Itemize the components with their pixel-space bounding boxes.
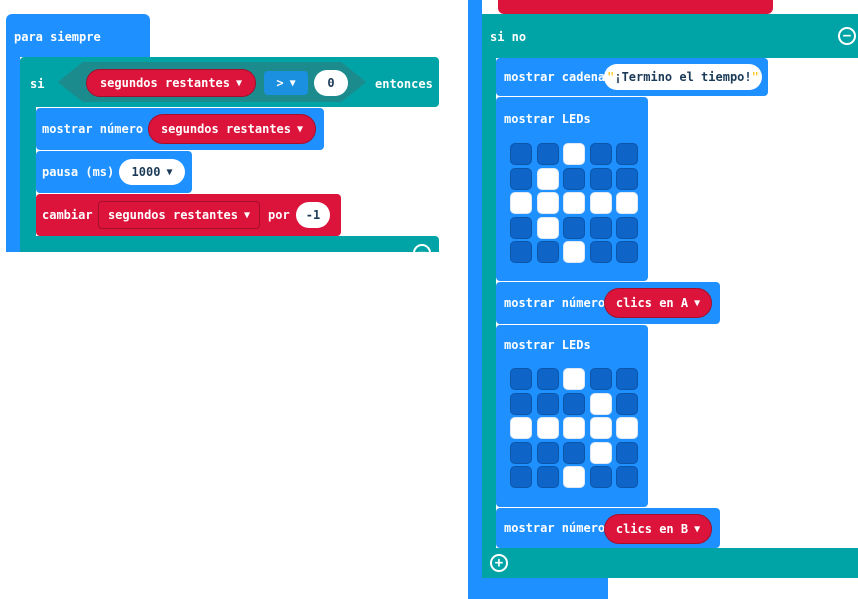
change-block-remnant xyxy=(498,0,773,14)
led-cell[interactable] xyxy=(616,192,638,214)
led-cell[interactable] xyxy=(616,143,638,165)
led-cell[interactable] xyxy=(536,441,559,464)
led-cell[interactable] xyxy=(563,368,585,390)
led-cell[interactable] xyxy=(510,167,532,190)
led-cell[interactable] xyxy=(510,368,532,390)
led-cell[interactable] xyxy=(563,417,585,439)
led-cell[interactable] xyxy=(510,441,532,464)
minus-icon[interactable]: − xyxy=(838,27,856,45)
variable-segundos-restantes-3[interactable]: segundos restantes ▼ xyxy=(98,201,260,229)
led-cell[interactable] xyxy=(563,466,585,488)
led-cell[interactable] xyxy=(563,192,585,214)
led-cell[interactable] xyxy=(589,466,612,488)
led-cell[interactable] xyxy=(616,392,638,415)
led-cell[interactable] xyxy=(536,466,559,488)
variable-clics-a[interactable]: clics en A ▼ xyxy=(604,288,712,318)
forever-label: para siempre xyxy=(14,30,101,44)
chevron-down-icon: ▼ xyxy=(236,77,243,89)
led-cell[interactable] xyxy=(536,143,559,165)
led-cell[interactable] xyxy=(616,417,638,439)
by-label: por xyxy=(268,208,290,222)
else-label: si no xyxy=(490,30,527,44)
led-cell[interactable] xyxy=(510,192,532,214)
led-cell[interactable] xyxy=(616,466,638,488)
led-cell[interactable] xyxy=(589,441,612,464)
change-value-input[interactable]: -1 xyxy=(296,202,330,228)
variable-segundos-restantes-1[interactable]: segundos restantes ▼ xyxy=(86,69,256,97)
number-input-zero[interactable]: 0 xyxy=(314,70,348,96)
else-arm xyxy=(482,58,496,578)
show-string-label: mostrar cadena xyxy=(504,70,606,84)
led-cell[interactable] xyxy=(589,241,612,263)
if-label: si xyxy=(30,77,45,91)
pause-dropdown[interactable]: 1000 ▼ xyxy=(119,159,185,185)
led-cell[interactable] xyxy=(563,216,585,239)
chevron-down-icon: ▼ xyxy=(166,166,173,178)
led-cell[interactable] xyxy=(616,167,638,190)
forever-block-bottom xyxy=(468,575,608,599)
left-workspace: para siempre − si segundos restantes▼ >▼… xyxy=(0,0,445,252)
led-cell[interactable] xyxy=(510,417,532,439)
led-cell[interactable] xyxy=(563,441,585,464)
led-cell[interactable] xyxy=(536,167,559,190)
led-cell[interactable] xyxy=(510,241,532,263)
plus-icon[interactable]: + xyxy=(490,554,508,572)
variable-segundos-restantes-2[interactable]: segundos restantes ▼ xyxy=(148,114,316,144)
if-block-footer xyxy=(482,548,858,578)
led-cell[interactable] xyxy=(589,368,612,390)
variable-clics-b[interactable]: clics en B ▼ xyxy=(604,514,712,544)
led-cell[interactable] xyxy=(589,167,612,190)
led-grid-1 xyxy=(510,143,642,267)
led-cell[interactable] xyxy=(510,216,532,239)
pause-label: pausa (ms) xyxy=(42,165,115,179)
chevron-down-icon: ▼ xyxy=(694,297,701,309)
else-header xyxy=(482,14,858,58)
forever-block-arm-right xyxy=(468,0,482,599)
led-cell[interactable] xyxy=(510,392,532,415)
show-leds-label-1: mostrar LEDs xyxy=(504,112,591,126)
led-cell[interactable] xyxy=(510,466,532,488)
show-number-label-a: mostrar número xyxy=(504,296,606,310)
led-cell[interactable] xyxy=(536,216,559,239)
show-leds-label-2: mostrar LEDs xyxy=(504,338,591,352)
led-cell[interactable] xyxy=(563,392,585,415)
led-cell[interactable] xyxy=(563,167,585,190)
show-number-label-b: mostrar número xyxy=(504,521,606,535)
led-cell[interactable] xyxy=(563,143,585,165)
chevron-down-icon: ▼ xyxy=(694,523,701,535)
led-cell[interactable] xyxy=(510,143,532,165)
if-block-bottom xyxy=(20,236,439,252)
operator-dropdown[interactable]: > ▼ xyxy=(264,71,308,95)
led-cell[interactable] xyxy=(536,192,559,214)
led-cell[interactable] xyxy=(536,368,559,390)
led-cell[interactable] xyxy=(536,392,559,415)
led-cell[interactable] xyxy=(616,216,638,239)
forever-block-arm xyxy=(6,50,20,252)
led-cell[interactable] xyxy=(589,216,612,239)
right-workspace: si no − + mostrar cadena " ¡Termino el ti… xyxy=(468,0,858,599)
led-cell[interactable] xyxy=(536,241,559,263)
string-input[interactable]: " ¡Termino el tiempo! " xyxy=(604,64,762,90)
if-block-arm xyxy=(20,100,36,252)
then-label: entonces xyxy=(375,77,433,91)
led-cell[interactable] xyxy=(589,417,612,439)
led-cell[interactable] xyxy=(589,143,612,165)
chevron-down-icon: ▼ xyxy=(244,209,251,221)
led-cell[interactable] xyxy=(616,368,638,390)
show-number-label: mostrar número xyxy=(42,122,144,136)
chevron-down-icon: ▼ xyxy=(297,123,304,135)
led-cell[interactable] xyxy=(563,241,585,263)
chevron-down-icon: ▼ xyxy=(289,77,296,89)
led-grid-2 xyxy=(510,368,642,492)
led-cell[interactable] xyxy=(536,417,559,439)
led-cell[interactable] xyxy=(616,241,638,263)
led-cell[interactable] xyxy=(589,392,612,415)
led-cell[interactable] xyxy=(589,192,612,214)
change-label: cambiar xyxy=(42,208,93,222)
led-cell[interactable] xyxy=(616,441,638,464)
